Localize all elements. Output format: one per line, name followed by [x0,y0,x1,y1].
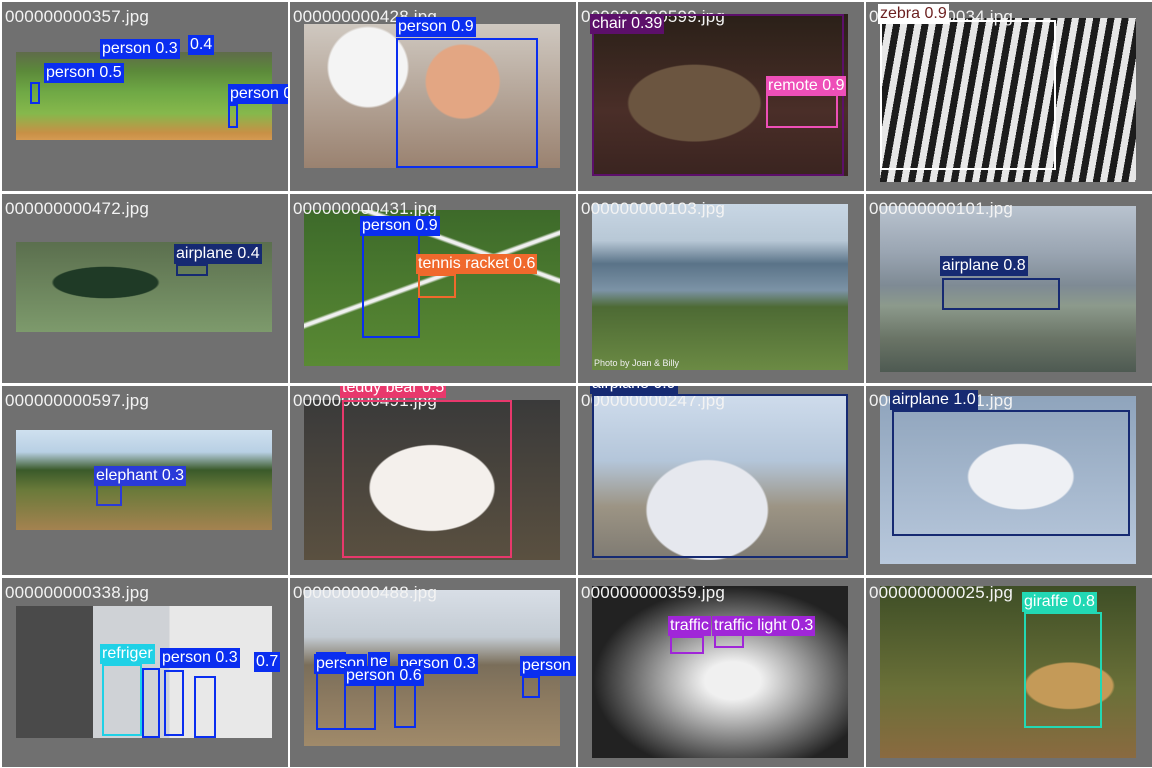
detection-label: elephant 0.3 [94,466,187,486]
detection-box-teddy-bear [342,400,512,558]
tile-472: 000000000472.jpg airplane 0.4 [2,194,288,383]
detection-label: person 0.3 [100,39,180,59]
tile-431: 000000000431.jpg person 0.9 tennis racke… [290,194,576,383]
mosaic-grid: 000000000357.jpg person 0.3 0.4 person 0… [0,0,1152,768]
photo-credit: Photo by Joan & Billy [594,358,680,368]
detection-box-person [362,232,420,338]
detection-box-person [194,676,216,738]
detection-label: person 0.5 [44,63,124,83]
river-photo [592,204,848,370]
tile-filename: 000000000472.jpg [5,199,150,218]
tile-103: 000000000103.jpg Photo by Joan & Billy [578,194,864,383]
detection-box-person [142,668,160,738]
tile-filename: 000000000359.jpg [581,583,726,602]
tile-filename: 000000000597.jpg [5,391,150,410]
detection-box-airplane [592,394,848,558]
detection-label: person 0.9 [360,216,440,236]
city-photo [592,586,848,758]
detection-label: airplane 0.4 [174,244,262,264]
detection-label: refriger [100,644,155,664]
tile-filename: 000000000488.jpg [293,583,438,602]
detection-label: person 0.3 [160,648,240,668]
tile-597: 000000000597.jpg elephant 0.3 [2,386,288,575]
tile-488: 000000000488.jpg person ne person 0.3 pe… [290,578,576,767]
detection-label: airplane 1.0 [890,390,978,410]
tile-filename: 000000000101.jpg [869,199,1014,218]
tile-357: 000000000357.jpg person 0.3 0.4 person 0… [2,2,288,191]
detection-label: tennis racket 0.6 [416,254,538,274]
detection-label: traffic [668,616,711,636]
detection-box-elephant [96,484,122,506]
detection-label: airplane 0.8 [940,256,1028,276]
detection-label: traffic light 0.3 [712,616,816,636]
tile-filename: 000000000103.jpg [581,199,726,218]
detection-box-traffic-light [714,634,744,648]
tile-428: 000000000428.jpg person 0.9 [290,2,576,191]
detection-label: giraffe 0.8 [1022,592,1097,612]
tile-filename: 000000000338.jpg [5,583,150,602]
detection-label: 0.7 [254,652,281,672]
detection-label: remote 0.9 [766,76,847,96]
detection-label: person 0.7 [520,656,576,676]
tile-491: 000000000491.jpg teddy bear 0.5 [290,386,576,575]
tile-034: 000000000034.jpg zebra 0.9 [866,2,1152,191]
tile-338: 000000000338.jpg refriger person 0.3 0.7 [2,578,288,767]
detection-label: teddy bear 0.5 [340,386,447,398]
detection-label: 0.4 [188,35,215,55]
detection-box-zebra [880,20,1056,170]
detection-label: person 0.6 [344,666,424,686]
detection-box-traffic-light [670,636,704,654]
detection-box-person [396,38,538,168]
tile-101: 000000000101.jpg airplane 0.8 [866,194,1152,383]
detection-label: person 0.9 [396,17,476,37]
detection-label: chair 0.39 [590,14,665,34]
detection-box-giraffe [1024,612,1102,728]
detection-box-airplane [176,264,208,276]
detection-label: person 0.4 [228,84,288,104]
tile-359: 000000000359.jpg traffic traffic light 0… [578,578,864,767]
detection-label: zebra 0.9 [878,4,949,24]
detection-box-person [164,670,184,736]
detection-box-airplane [942,278,1060,310]
tile-061: 000000000061.jpg airplane 1.0 [866,386,1152,575]
detection-label: airplane 0.9 [590,386,678,394]
tile-599: 000000000599.jpg chair 0.39 remote 0.9 [578,2,864,191]
detection-box-tennis-racket [418,274,456,298]
detection-box-refrigerator [102,664,142,736]
tile-025: 000000000025.jpg giraffe 0.8 [866,578,1152,767]
detection-box-person [522,676,540,698]
detection-box-person [228,104,238,128]
tile-filename: 000000000357.jpg [5,7,150,26]
detection-box-person [30,82,40,104]
detection-box-airplane [892,410,1130,536]
tile-filename: 000000000025.jpg [869,583,1014,602]
tile-247: 000000000247.jpg airplane 0.9 [578,386,864,575]
